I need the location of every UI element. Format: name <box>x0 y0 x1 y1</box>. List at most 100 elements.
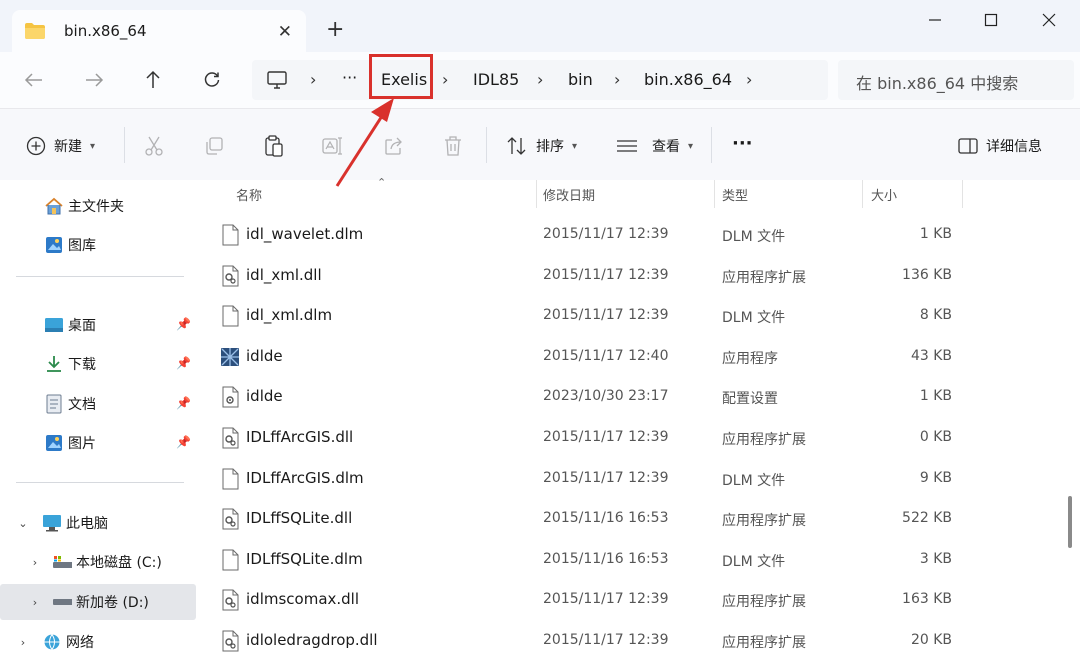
config-icon <box>220 386 240 408</box>
file-icon <box>220 224 240 246</box>
file-modified-date: 2015/11/17 12:39 <box>543 632 669 648</box>
file-name: IDLffSQLite.dlm <box>246 549 363 568</box>
breadcrumb-idl85[interactable]: IDL85 <box>473 70 519 89</box>
toolbar-divider <box>486 127 487 163</box>
sort-button[interactable]: 排序 ▾ <box>506 133 577 159</box>
pin-icon[interactable]: 📌 <box>176 317 191 331</box>
sidebar-item-network[interactable]: › 网络 <box>0 624 196 660</box>
rename-button[interactable] <box>322 133 344 159</box>
tab-close-icon[interactable]: ✕ <box>278 22 292 42</box>
vertical-scrollbar[interactable] <box>1068 496 1072 548</box>
sidebar-divider <box>16 482 184 483</box>
file-row[interactable]: idl_xml.dll 2015/11/17 12:39 应用程序扩展 136 KB <box>200 256 1060 296</box>
file-icon <box>220 549 240 571</box>
sidebar-item-home[interactable]: 主文件夹 <box>0 188 196 224</box>
column-header-size[interactable]: 大小 <box>871 180 897 208</box>
up-button[interactable] <box>139 66 167 94</box>
details-pane-button[interactable]: 详细信息 <box>958 133 1042 159</box>
forward-button[interactable] <box>80 66 108 94</box>
file-row[interactable]: IDLffArcGIS.dll 2015/11/17 12:39 应用程序扩展 0 K… <box>200 418 1060 458</box>
file-size: 163 KB <box>902 591 952 608</box>
gallery-icon <box>44 235 64 255</box>
file-row[interactable]: idl_xml.dlm 2015/11/17 12:39 DLM 文件 8 KB <box>200 296 1060 336</box>
file-type: 应用程序扩展 <box>722 513 806 530</box>
sidebar-item-downloads[interactable]: 下载 📌 <box>0 346 196 382</box>
column-header-name[interactable]: 名称 <box>236 180 262 208</box>
column-separator[interactable] <box>536 180 537 208</box>
command-bar: 新建 ▾ 排序 ▾ 查看 ▾ ··· 详细信息 <box>0 108 1080 180</box>
address-bar[interactable]: › ··· Exelis › IDL85 › bin › bin.x86_64 … <box>252 60 828 100</box>
view-button[interactable]: 查看 ▾ <box>616 133 693 159</box>
chevron-down-icon[interactable]: ⌄ <box>16 517 30 530</box>
breadcrumb-overflow[interactable]: ··· <box>342 68 357 87</box>
pin-icon[interactable]: 📌 <box>176 435 191 449</box>
file-size: 8 KB <box>919 307 952 324</box>
arrow-up-icon <box>146 70 160 88</box>
file-row[interactable]: idlde 2015/11/17 12:40 应用程序 43 KB <box>200 337 1060 377</box>
file-type: 应用程序扩展 <box>722 269 806 286</box>
file-name: idloledragdrop.dll <box>246 631 378 649</box>
sidebar-item-label: 桌面 <box>68 318 96 334</box>
file-size: 3 KB <box>919 550 952 567</box>
delete-button[interactable] <box>443 133 463 159</box>
sidebar-item-this-pc[interactable]: ⌄ 此电脑 <box>0 505 196 541</box>
file-row[interactable]: IDLffArcGIS.dlm 2015/11/17 12:39 DLM 文件 9 K… <box>200 459 1060 499</box>
breadcrumb-separator: › <box>310 70 317 89</box>
minimize-icon[interactable] <box>922 8 948 32</box>
toolbar-divider <box>711 127 712 163</box>
sidebar-item-label: 下载 <box>68 357 96 373</box>
pin-icon[interactable]: 📌 <box>176 356 191 370</box>
paste-button[interactable] <box>264 133 284 159</box>
file-row[interactable]: idlde 2023/10/30 23:17 配置设置 1 KB <box>200 377 1060 417</box>
file-name: idl_wavelet.dlm <box>246 225 364 243</box>
file-row[interactable]: idlmscomax.dll 2015/11/17 12:39 应用程序扩展 163 … <box>200 580 1060 620</box>
column-separator[interactable] <box>962 180 963 208</box>
app-icon <box>220 346 240 368</box>
breadcrumb-expand-chevron[interactable]: › <box>746 70 752 89</box>
sidebar-item-gallery[interactable]: 图库 <box>0 227 196 263</box>
breadcrumb-bin-x86-64[interactable]: bin.x86_64 <box>644 70 732 89</box>
column-header-type[interactable]: 类型 <box>722 180 748 208</box>
share-button[interactable] <box>384 133 404 159</box>
chevron-right-icon[interactable]: › <box>16 636 30 649</box>
sidebar-item-pictures[interactable]: 图片 📌 <box>0 425 196 461</box>
column-separator[interactable] <box>862 180 863 208</box>
copy-button[interactable] <box>204 133 224 159</box>
file-row[interactable]: idl_wavelet.dlm 2015/11/17 12:39 DLM 文件 1 K… <box>200 215 1060 255</box>
dll-icon <box>220 630 240 652</box>
sidebar-item-drive-d[interactable]: › 新加卷 (D:) <box>0 584 196 620</box>
sidebar-item-drive-c[interactable]: › 本地磁盘 (C:) <box>0 544 196 580</box>
file-row[interactable]: IDLffSQLite.dll 2015/11/16 16:53 应用程序扩展 522… <box>200 499 1060 539</box>
file-row[interactable]: IDLffSQLite.dlm 2015/11/16 16:53 DLM 文件 3 K… <box>200 540 1060 580</box>
new-button[interactable]: 新建 ▾ <box>26 133 95 159</box>
sidebar-item-label: 此电脑 <box>66 516 108 532</box>
copy-icon <box>206 137 223 155</box>
back-button[interactable] <box>20 66 48 94</box>
cut-button[interactable] <box>144 133 164 159</box>
new-tab-button[interactable]: + <box>326 17 344 42</box>
navigation-bar: › ··· Exelis › IDL85 › bin › bin.x86_64 … <box>0 52 1080 108</box>
sidebar-item-documents[interactable]: 文档 📌 <box>0 386 196 422</box>
trash-icon <box>445 136 461 156</box>
close-icon[interactable] <box>1036 8 1062 32</box>
file-modified-date: 2023/10/30 23:17 <box>543 388 669 405</box>
more-options-button[interactable]: ··· <box>732 130 753 156</box>
pin-icon[interactable]: 📌 <box>176 396 191 410</box>
chevron-right-icon[interactable]: › <box>28 596 42 609</box>
search-input[interactable]: 在 bin.x86_64 中搜索 <box>838 60 1074 100</box>
breadcrumb-separator: › <box>537 70 544 89</box>
rename-icon <box>322 137 342 155</box>
file-row[interactable]: idloledragdrop.dll 2015/11/17 12:39 应用程序扩展… <box>200 621 1060 660</box>
tab-current[interactable]: bin.x86_64 ✕ <box>12 10 306 52</box>
sidebar-item-desktop[interactable]: 桌面 📌 <box>0 307 196 343</box>
maximize-icon[interactable] <box>978 8 1004 32</box>
column-separator[interactable] <box>714 180 715 208</box>
breadcrumb-bin[interactable]: bin <box>568 70 593 89</box>
file-icon <box>220 305 240 327</box>
arrow-right-icon <box>86 73 104 87</box>
sidebar-item-label: 图库 <box>68 238 96 254</box>
refresh-button[interactable] <box>198 66 226 94</box>
column-header-modified[interactable]: 修改日期 <box>543 180 595 208</box>
chevron-right-icon[interactable]: › <box>28 556 42 569</box>
list-view-icon <box>617 140 637 152</box>
